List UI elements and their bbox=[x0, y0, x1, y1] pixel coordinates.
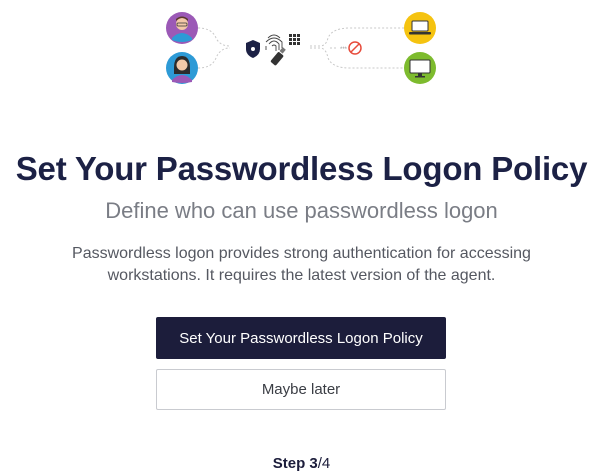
usb-key-icon bbox=[270, 47, 286, 66]
passwordless-illustration: *** bbox=[166, 12, 436, 84]
user-female-icon bbox=[166, 52, 198, 84]
maybe-later-button[interactable]: Maybe later bbox=[156, 369, 446, 410]
page-subtitle: Define who can use passwordless logon bbox=[105, 198, 498, 223]
fingerprint-icon bbox=[265, 34, 283, 51]
onboarding-page: *** Set Your Passwordless Logon Policy D… bbox=[0, 0, 603, 476]
page-title: Set Your Passwordless Logon Policy bbox=[15, 150, 588, 187]
total-steps: /4 bbox=[317, 455, 331, 472]
set-policy-button[interactable]: Set Your Passwordless Logon Policy bbox=[156, 317, 446, 359]
monitor-icon bbox=[404, 52, 436, 84]
svg-text:***: *** bbox=[340, 47, 348, 53]
current-step: Step 3 bbox=[272, 455, 318, 472]
keypad-icon bbox=[289, 34, 300, 45]
laptop-icon bbox=[404, 12, 436, 44]
no-password-icon: *** bbox=[338, 38, 364, 58]
step-indicator: Step 3/4 bbox=[0, 455, 603, 472]
shield-icon bbox=[240, 34, 266, 60]
user-male-icon bbox=[166, 12, 198, 44]
description-text: Passwordless logon provides strong authe… bbox=[72, 245, 531, 284]
